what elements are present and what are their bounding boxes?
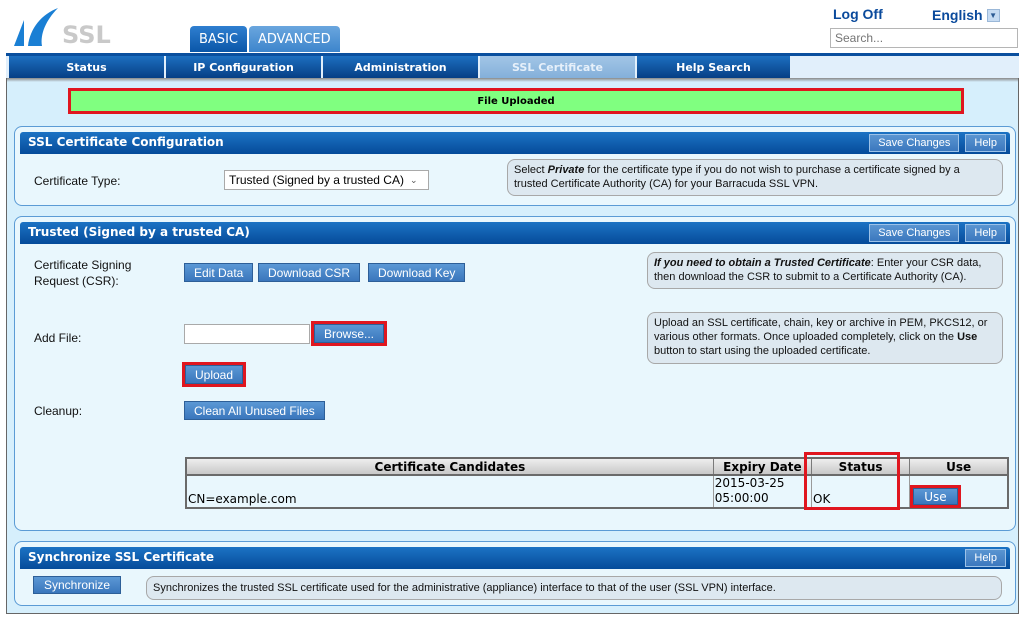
- main-nav: Status IP Configuration Administration S…: [6, 53, 1019, 78]
- table-row: CN=example.com 2015-03-25 05:00:00 OK Us…: [186, 475, 1008, 508]
- status-banner: File Uploaded: [68, 88, 964, 114]
- candidate-cell: CN=example.com: [188, 492, 297, 506]
- save-changes-button[interactable]: Save Changes: [869, 134, 960, 152]
- trusted-panel: Trusted (Signed by a trusted CA) Save Ch…: [14, 216, 1016, 531]
- help-emphasis: Private: [547, 164, 585, 176]
- config-panel: SSL Certificate Configuration Save Chang…: [14, 126, 1016, 206]
- panel-title: Trusted (Signed by a trusted CA): [28, 225, 250, 239]
- sync-panel-header: Synchronize SSL Certificate Help: [20, 547, 1010, 569]
- help-text: Synchronizes the trusted SSL certificate…: [153, 582, 776, 594]
- help-text: Upload an SSL certificate, chain, key or…: [654, 317, 988, 343]
- help-button[interactable]: Help: [965, 224, 1006, 242]
- column-header-use: Use: [909, 457, 1009, 476]
- certificate-candidates-table: Certificate Candidates Expiry Date Statu…: [185, 457, 1009, 509]
- help-text: button to start using the uploaded certi…: [654, 345, 871, 357]
- csr-help: If you need to obtain a Trusted Certific…: [647, 252, 1003, 289]
- logoff-link[interactable]: Log Off: [833, 6, 883, 22]
- search-input[interactable]: [830, 28, 1018, 48]
- panel-title: Synchronize SSL Certificate: [28, 550, 215, 564]
- status-message: File Uploaded: [477, 95, 555, 107]
- config-panel-header: SSL Certificate Configuration Save Chang…: [20, 132, 1010, 154]
- edit-data-button[interactable]: Edit Data: [184, 263, 254, 282]
- sync-help: Synchronizes the trusted SSL certificate…: [146, 576, 1002, 600]
- use-button[interactable]: Use: [910, 485, 961, 508]
- upload-help: Upload an SSL certificate, chain, key or…: [647, 312, 1003, 364]
- cert-type-label: Certificate Type:: [34, 174, 121, 188]
- help-button[interactable]: Help: [965, 134, 1006, 152]
- browse-button[interactable]: Browse...: [310, 321, 388, 346]
- cert-type-value: Trusted (Signed by a trusted CA): [229, 173, 404, 187]
- content-area: File Uploaded SSL Certificate Configurat…: [6, 78, 1019, 614]
- expiry-date: 2015-03-25: [714, 476, 785, 490]
- barracuda-logo: SSL VPN: [12, 6, 162, 77]
- nav-help-search[interactable]: Help Search: [637, 56, 790, 78]
- tab-basic[interactable]: BASIC: [190, 26, 247, 52]
- upload-button[interactable]: Upload: [181, 362, 247, 387]
- csr-label: Certificate Signing Request (CSR):: [34, 258, 132, 288]
- file-path-input[interactable]: [184, 324, 310, 344]
- cleanup-label: Cleanup:: [34, 404, 83, 418]
- sync-panel: Synchronize SSL Certificate Help Synchro…: [14, 541, 1016, 606]
- clean-unused-files-button[interactable]: Clean All Unused Files: [184, 401, 325, 420]
- help-text: Select: [514, 164, 548, 176]
- download-key-button[interactable]: Download Key: [368, 263, 466, 282]
- table-header-row: Certificate Candidates Expiry Date Statu…: [185, 457, 1009, 476]
- help-emphasis: If you need to obtain a Trusted Certific…: [654, 257, 871, 269]
- cert-type-select[interactable]: Trusted (Signed by a trusted CA) ⌄: [224, 170, 429, 190]
- save-changes-button[interactable]: Save Changes: [869, 224, 960, 242]
- status-cell: OK: [811, 475, 910, 508]
- shark-fin-icon: [14, 8, 58, 46]
- nav-status[interactable]: Status: [9, 56, 164, 78]
- use-cell: Use: [909, 475, 1008, 508]
- column-header-candidates: Certificate Candidates: [185, 457, 714, 476]
- nav-administration[interactable]: Administration: [323, 56, 478, 78]
- column-header-expiry: Expiry Date: [712, 457, 813, 476]
- help-button[interactable]: Help: [965, 549, 1006, 567]
- synchronize-button[interactable]: Synchronize: [33, 576, 122, 594]
- column-header-status: Status: [811, 457, 911, 476]
- chevron-down-icon: ⌄: [409, 174, 418, 185]
- language-value: English: [932, 7, 983, 23]
- mode-tabs: BASIC ADVANCED: [190, 26, 340, 52]
- expiry-time: 05:00:00: [714, 491, 769, 505]
- expiry-cell: 2015-03-25 05:00:00: [712, 475, 812, 508]
- help-emphasis: Use: [957, 331, 978, 343]
- language-select[interactable]: English ▼: [932, 7, 1000, 23]
- tab-advanced[interactable]: ADVANCED: [248, 26, 340, 52]
- nav-ip-configuration[interactable]: IP Configuration: [166, 56, 321, 78]
- download-csr-button[interactable]: Download CSR: [258, 263, 361, 282]
- panel-title: SSL Certificate Configuration: [28, 135, 224, 149]
- add-file-label: Add File:: [34, 331, 82, 345]
- cert-type-help: Select Private for the certificate type …: [507, 159, 1003, 196]
- chevron-down-icon[interactable]: ▼: [986, 8, 1000, 22]
- nav-ssl-certificate[interactable]: SSL Certificate: [480, 56, 635, 78]
- trusted-panel-header: Trusted (Signed by a trusted CA) Save Ch…: [20, 222, 1010, 244]
